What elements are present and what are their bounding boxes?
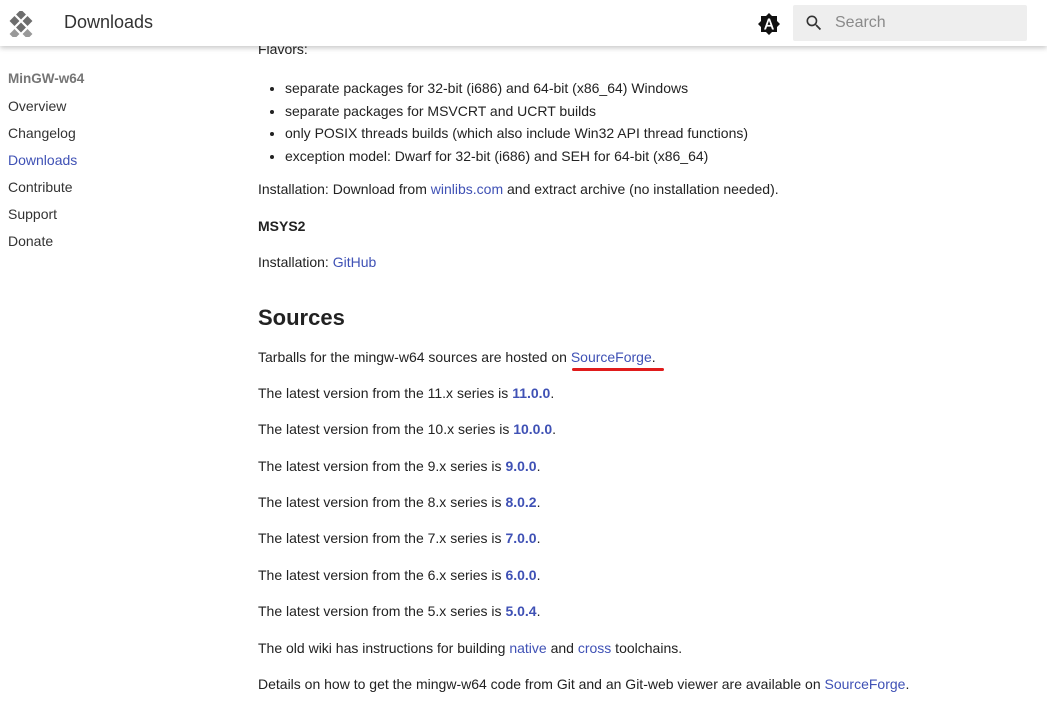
version-link-6[interactable]: 6.0.0 [505,567,536,583]
text-fragment: . [536,603,541,619]
version-number: 5.0.4 [505,603,537,619]
version-number: 11.0.0 [512,385,551,401]
version-link-11[interactable]: 11.0.0 [512,385,550,401]
version-line-5: The latest version from the 5.x series i… [258,602,540,620]
version-number: 8.0.2 [505,494,537,510]
text-fragment: . [905,676,910,692]
text-fragment: The latest version from the 9.x series i… [258,458,506,474]
flavors-list: separate packages for 32-bit (i686) and … [258,77,748,167]
text-fragment: The latest version from the 5.x series i… [258,603,506,619]
version-line-7: The latest version from the 7.x series i… [258,529,540,547]
version-number: 9.0.0 [505,458,537,474]
msys2-heading: MSYS2 [258,218,306,234]
sidebar-item-changelog[interactable]: Changelog [8,124,208,151]
text-fragment: Installation: [258,254,333,270]
version-link-10[interactable]: 10.0.0 [513,421,552,437]
text-fragment: . [536,494,541,510]
winlibs-link[interactable]: winlibs.com [431,181,503,197]
text-fragment: The latest version from the 10.x series … [258,421,514,437]
version-line-11: The latest version from the 11.x series … [258,384,554,402]
sidebar-item-contribute[interactable]: Contribute [8,178,208,205]
annotation-underline [572,368,664,371]
text-fragment: The latest version from the 7.x series i… [258,530,506,546]
page-title: Downloads [64,12,154,32]
search-icon [806,15,822,31]
version-number: 7.0.0 [505,530,537,546]
version-number: 10.0.0 [513,421,553,437]
search-input[interactable] [835,5,1020,41]
installation-github-text: Installation: GitHub [258,253,376,271]
text-fragment: . [552,421,557,437]
text-fragment: . [536,567,541,583]
sidebar-heading: MinGW-w64 [8,71,85,86]
version-line-10: The latest version from the 10.x series … [258,420,556,438]
version-number: 6.0.0 [505,567,537,583]
sidebar-item-overview[interactable]: Overview [8,97,208,124]
text-fragment: . [550,385,555,401]
text-fragment: . [651,349,656,365]
sources-heading: Sources [258,305,345,330]
list-item: only POSIX threads builds (which also in… [285,122,748,145]
text-fragment: . [536,458,541,474]
text-fragment: and extract archive (no installation nee… [503,181,779,197]
text-fragment: Tarballs for the mingw-w64 sources are h… [258,349,571,365]
installation-winlibs-text: Installation: Download from winlibs.com … [258,180,779,198]
theme-toggle-icon[interactable] [757,12,781,36]
version-link-5[interactable]: 5.0.4 [505,603,536,619]
native-link[interactable]: native [509,640,546,656]
version-link-9[interactable]: 9.0.0 [505,458,536,474]
text-fragment: Installation: Download from [258,181,431,197]
text-fragment: . [536,530,541,546]
cross-link[interactable]: cross [578,640,611,656]
list-item: separate packages for 32-bit (i686) and … [285,77,748,100]
list-item: separate packages for MSVCRT and UCRT bu… [285,100,748,123]
version-link-8[interactable]: 8.0.2 [505,494,536,510]
text-fragment: and [546,640,578,656]
tarballs-text: Tarballs for the mingw-w64 sources are h… [258,348,656,366]
top-app-bar: Downloads [0,0,1047,46]
mingw-logo-icon[interactable] [8,11,34,37]
sidebar-nav: MinGW-w64 Overview Changelog Downloads C… [8,70,208,259]
version-line-8: The latest version from the 8.x series i… [258,493,540,511]
version-line-6: The latest version from the 6.x series i… [258,566,540,584]
version-line-9: The latest version from the 9.x series i… [258,457,540,475]
list-item: exception model: Dwarf for 32-bit (i686)… [285,145,748,168]
text-fragment: Details on how to get the mingw-w64 code… [258,676,825,692]
search-box[interactable] [793,5,1027,41]
version-link-7[interactable]: 7.0.0 [505,530,536,546]
text-fragment: The latest version from the 6.x series i… [258,567,506,583]
github-link[interactable]: GitHub [333,254,377,270]
wiki-text: The old wiki has instructions for buildi… [258,639,682,657]
text-fragment: The latest version from the 11.x series … [258,385,513,401]
sidebar-item-downloads[interactable]: Downloads [8,151,208,178]
sidebar-item-donate[interactable]: Donate [8,232,208,259]
sourceforge-tarballs-link[interactable]: SourceForge [571,349,652,365]
text-fragment: The old wiki has instructions for buildi… [258,640,510,656]
sourceforge-git-link[interactable]: SourceForge [825,676,906,692]
sidebar-item-support[interactable]: Support [8,205,208,232]
text-fragment: toolchains. [611,640,683,656]
git-text: Details on how to get the mingw-w64 code… [258,675,909,693]
text-fragment: The latest version from the 8.x series i… [258,494,506,510]
